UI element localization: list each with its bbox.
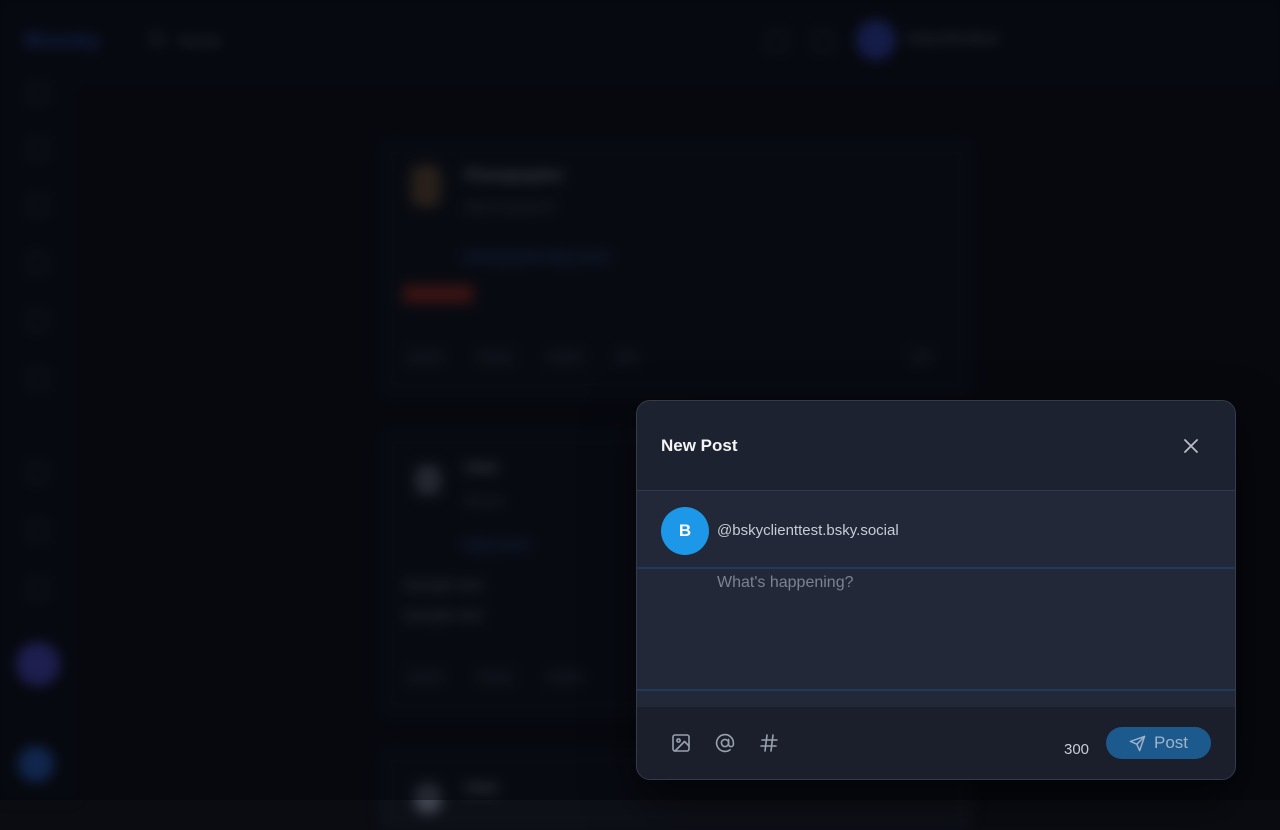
- avatar: B: [661, 507, 709, 555]
- post-button-label: Post: [1153, 733, 1189, 752]
- composer: B @bskyclienttest.bsky.social: [637, 491, 1235, 707]
- add-image-button[interactable]: [669, 731, 693, 755]
- close-button[interactable]: [1175, 430, 1207, 462]
- hashtag-icon: [760, 734, 778, 752]
- avatar-initial: B: [678, 521, 692, 540]
- post-button[interactable]: Post: [1106, 727, 1211, 759]
- composer-divider: [637, 689, 1235, 691]
- account-handle: @bskyclienttest.bsky.social: [717, 522, 899, 539]
- new-post-dialog: New Post B @bskyclienttest.bsky.social W…: [636, 400, 1236, 780]
- hashtag-button[interactable]: [757, 731, 781, 755]
- dialog-header: New Post: [637, 401, 1235, 491]
- at-sign-icon: [715, 733, 735, 753]
- send-icon: [1129, 735, 1146, 751]
- image-icon: [672, 734, 690, 752]
- post-text-input[interactable]: [709, 567, 1225, 701]
- dialog-title: New Post: [661, 436, 738, 455]
- close-icon: [1184, 439, 1198, 453]
- character-count: 300: [1064, 741, 1090, 758]
- account-row: B @bskyclienttest.bsky.social: [637, 491, 1235, 569]
- composer-toolbar: 300 Post: [637, 707, 1235, 779]
- mention-button[interactable]: [713, 731, 737, 755]
